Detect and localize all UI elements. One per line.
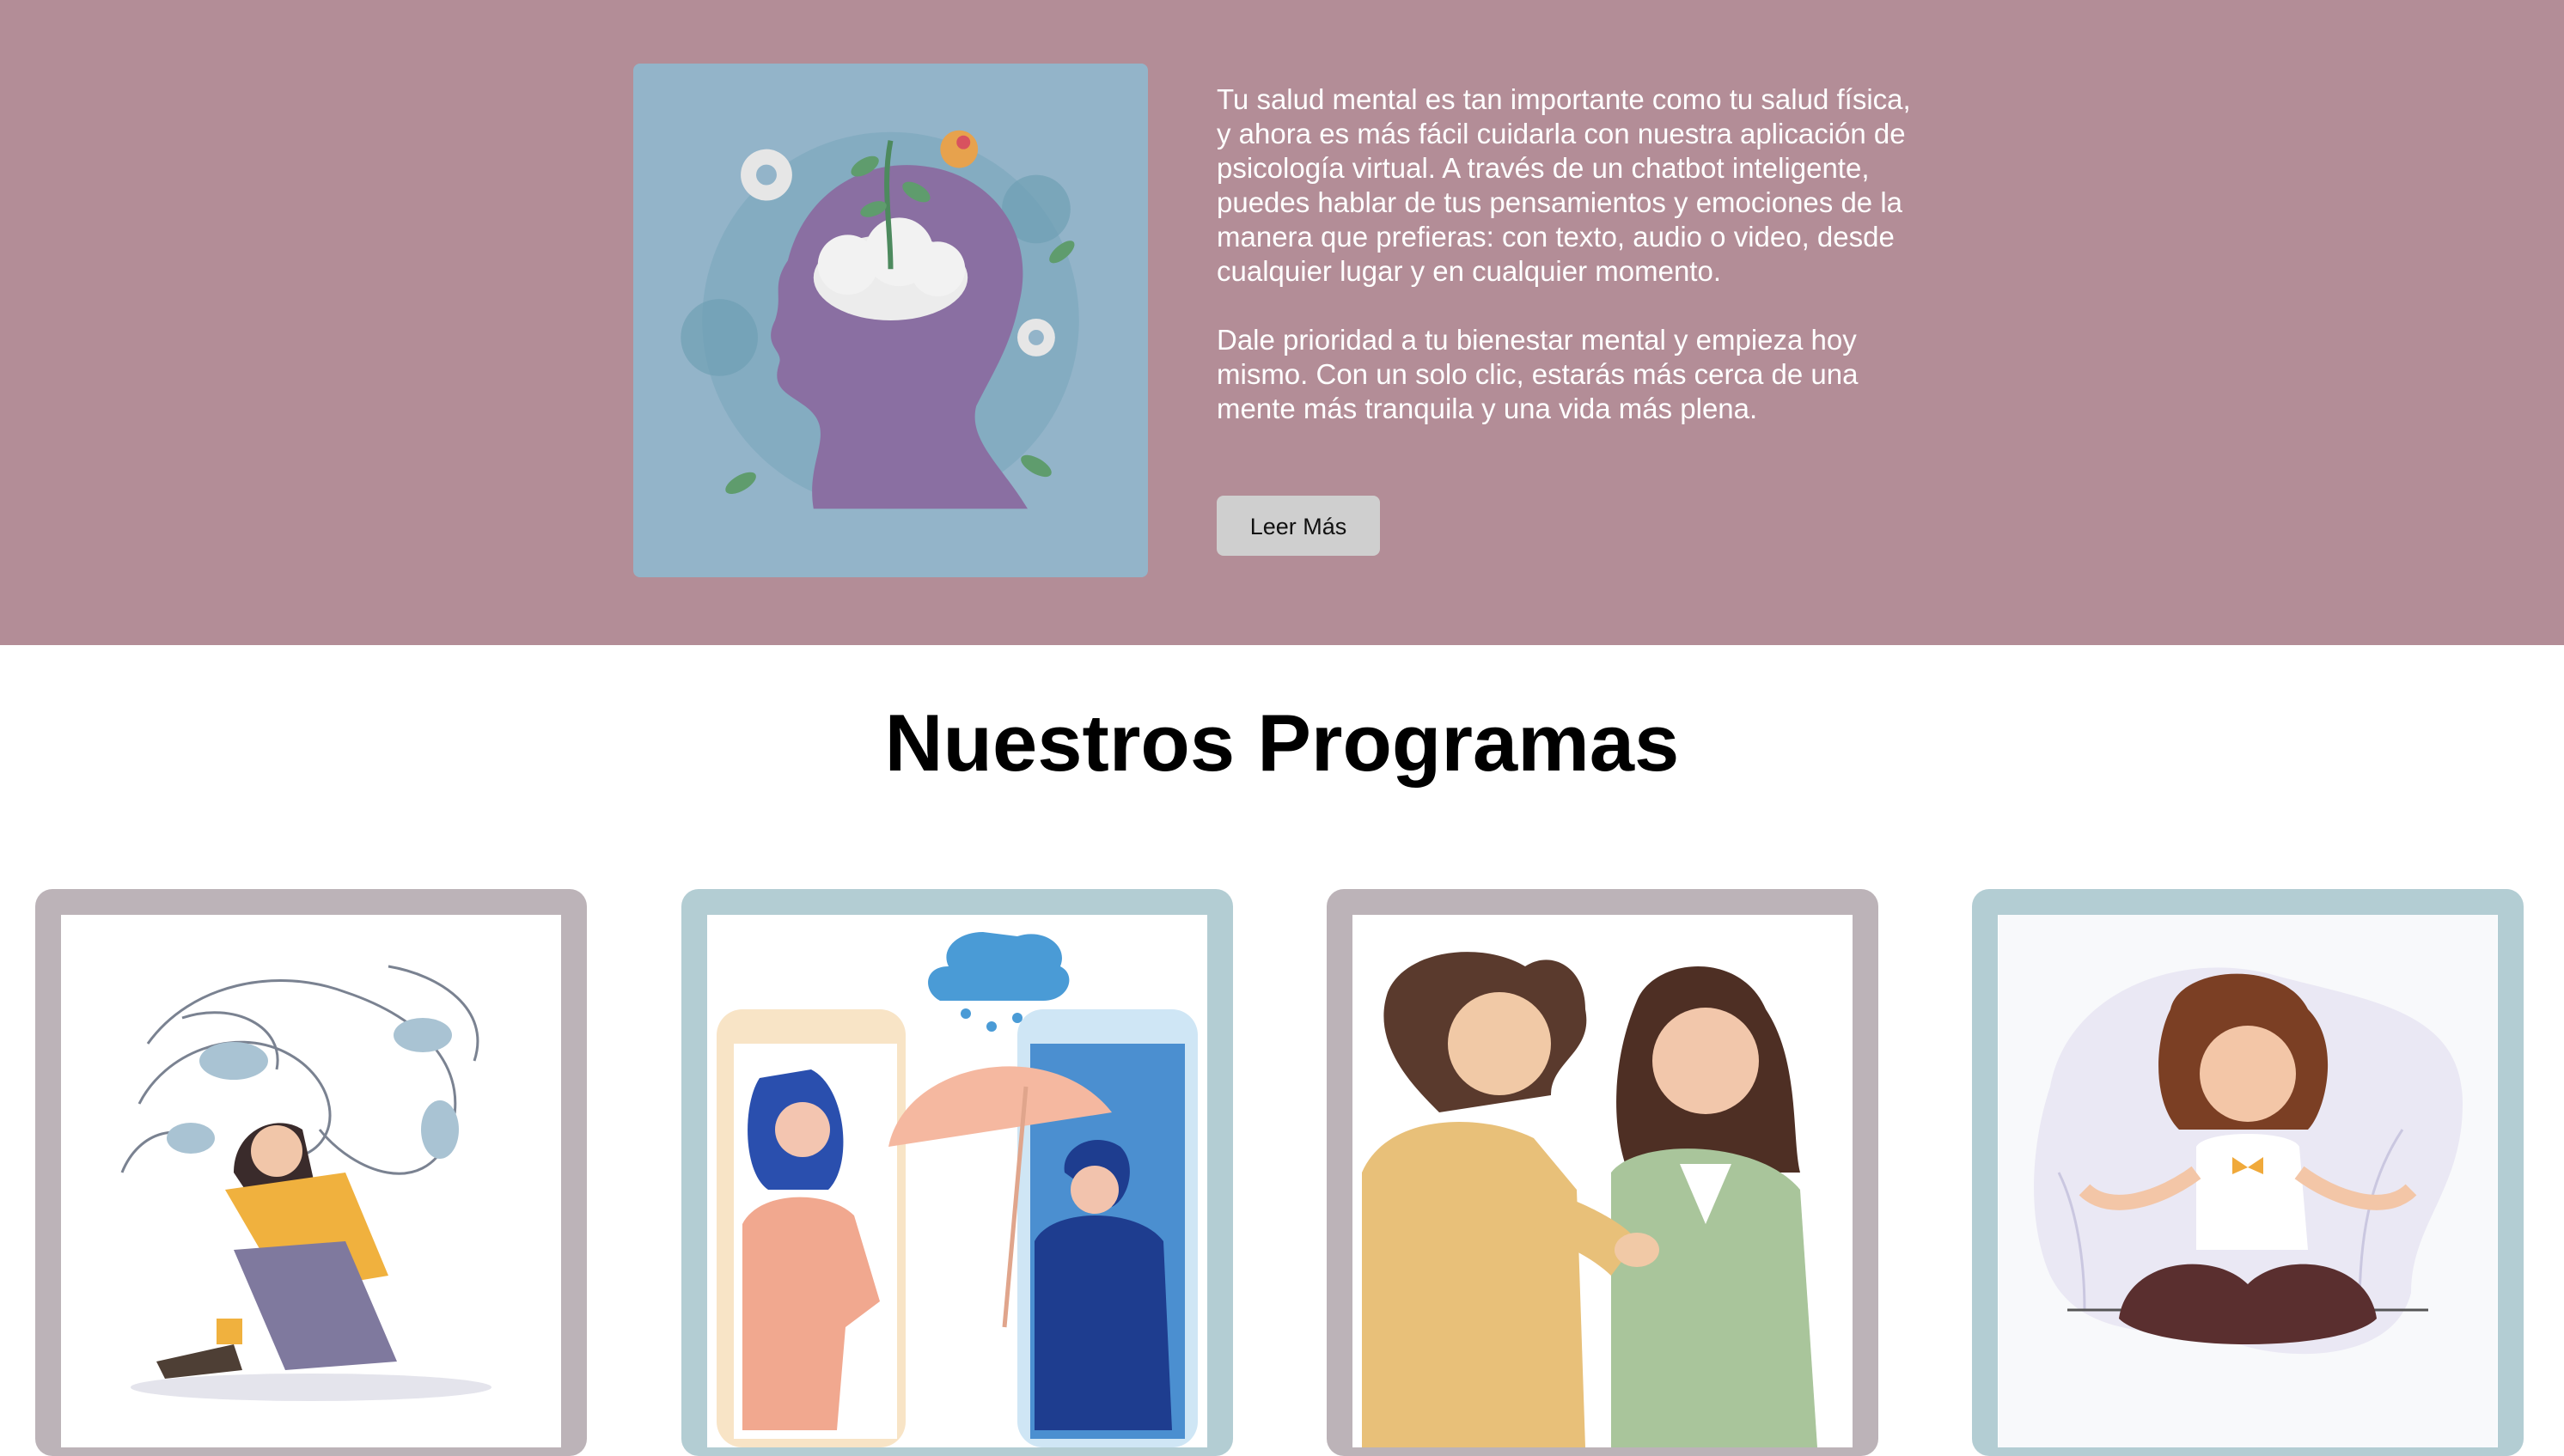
program-card-image <box>1998 915 2498 1447</box>
anxious-woman-icon <box>62 915 560 1447</box>
meditation-icon <box>1999 915 2497 1447</box>
video-call-support-icon <box>708 915 1206 1447</box>
program-card-2[interactable] <box>681 889 1233 1456</box>
program-card-image <box>1352 915 1853 1447</box>
program-card-4[interactable] <box>1972 889 2524 1456</box>
read-more-button[interactable]: Leer Más <box>1217 496 1380 556</box>
hero-section: Tu salud mental es tan importante como t… <box>0 0 2564 645</box>
program-card-3[interactable] <box>1327 889 1878 1456</box>
hero-paragraph-1: Tu salud mental es tan importante como t… <box>1217 83 1911 287</box>
hero-paragraph-2: Dale prioridad a tu bienestar mental y e… <box>1217 324 1859 424</box>
program-card-image <box>61 915 561 1447</box>
program-card-1[interactable] <box>35 889 587 1456</box>
programs-title: Nuestros Programas <box>884 698 1680 788</box>
mind-head-illustration <box>633 64 1148 577</box>
head-icon <box>633 64 1148 577</box>
program-card-image <box>707 915 1207 1447</box>
hero-description: Tu salud mental es tan importante como t… <box>1217 82 1921 460</box>
friend-comfort-icon <box>1353 915 1852 1447</box>
